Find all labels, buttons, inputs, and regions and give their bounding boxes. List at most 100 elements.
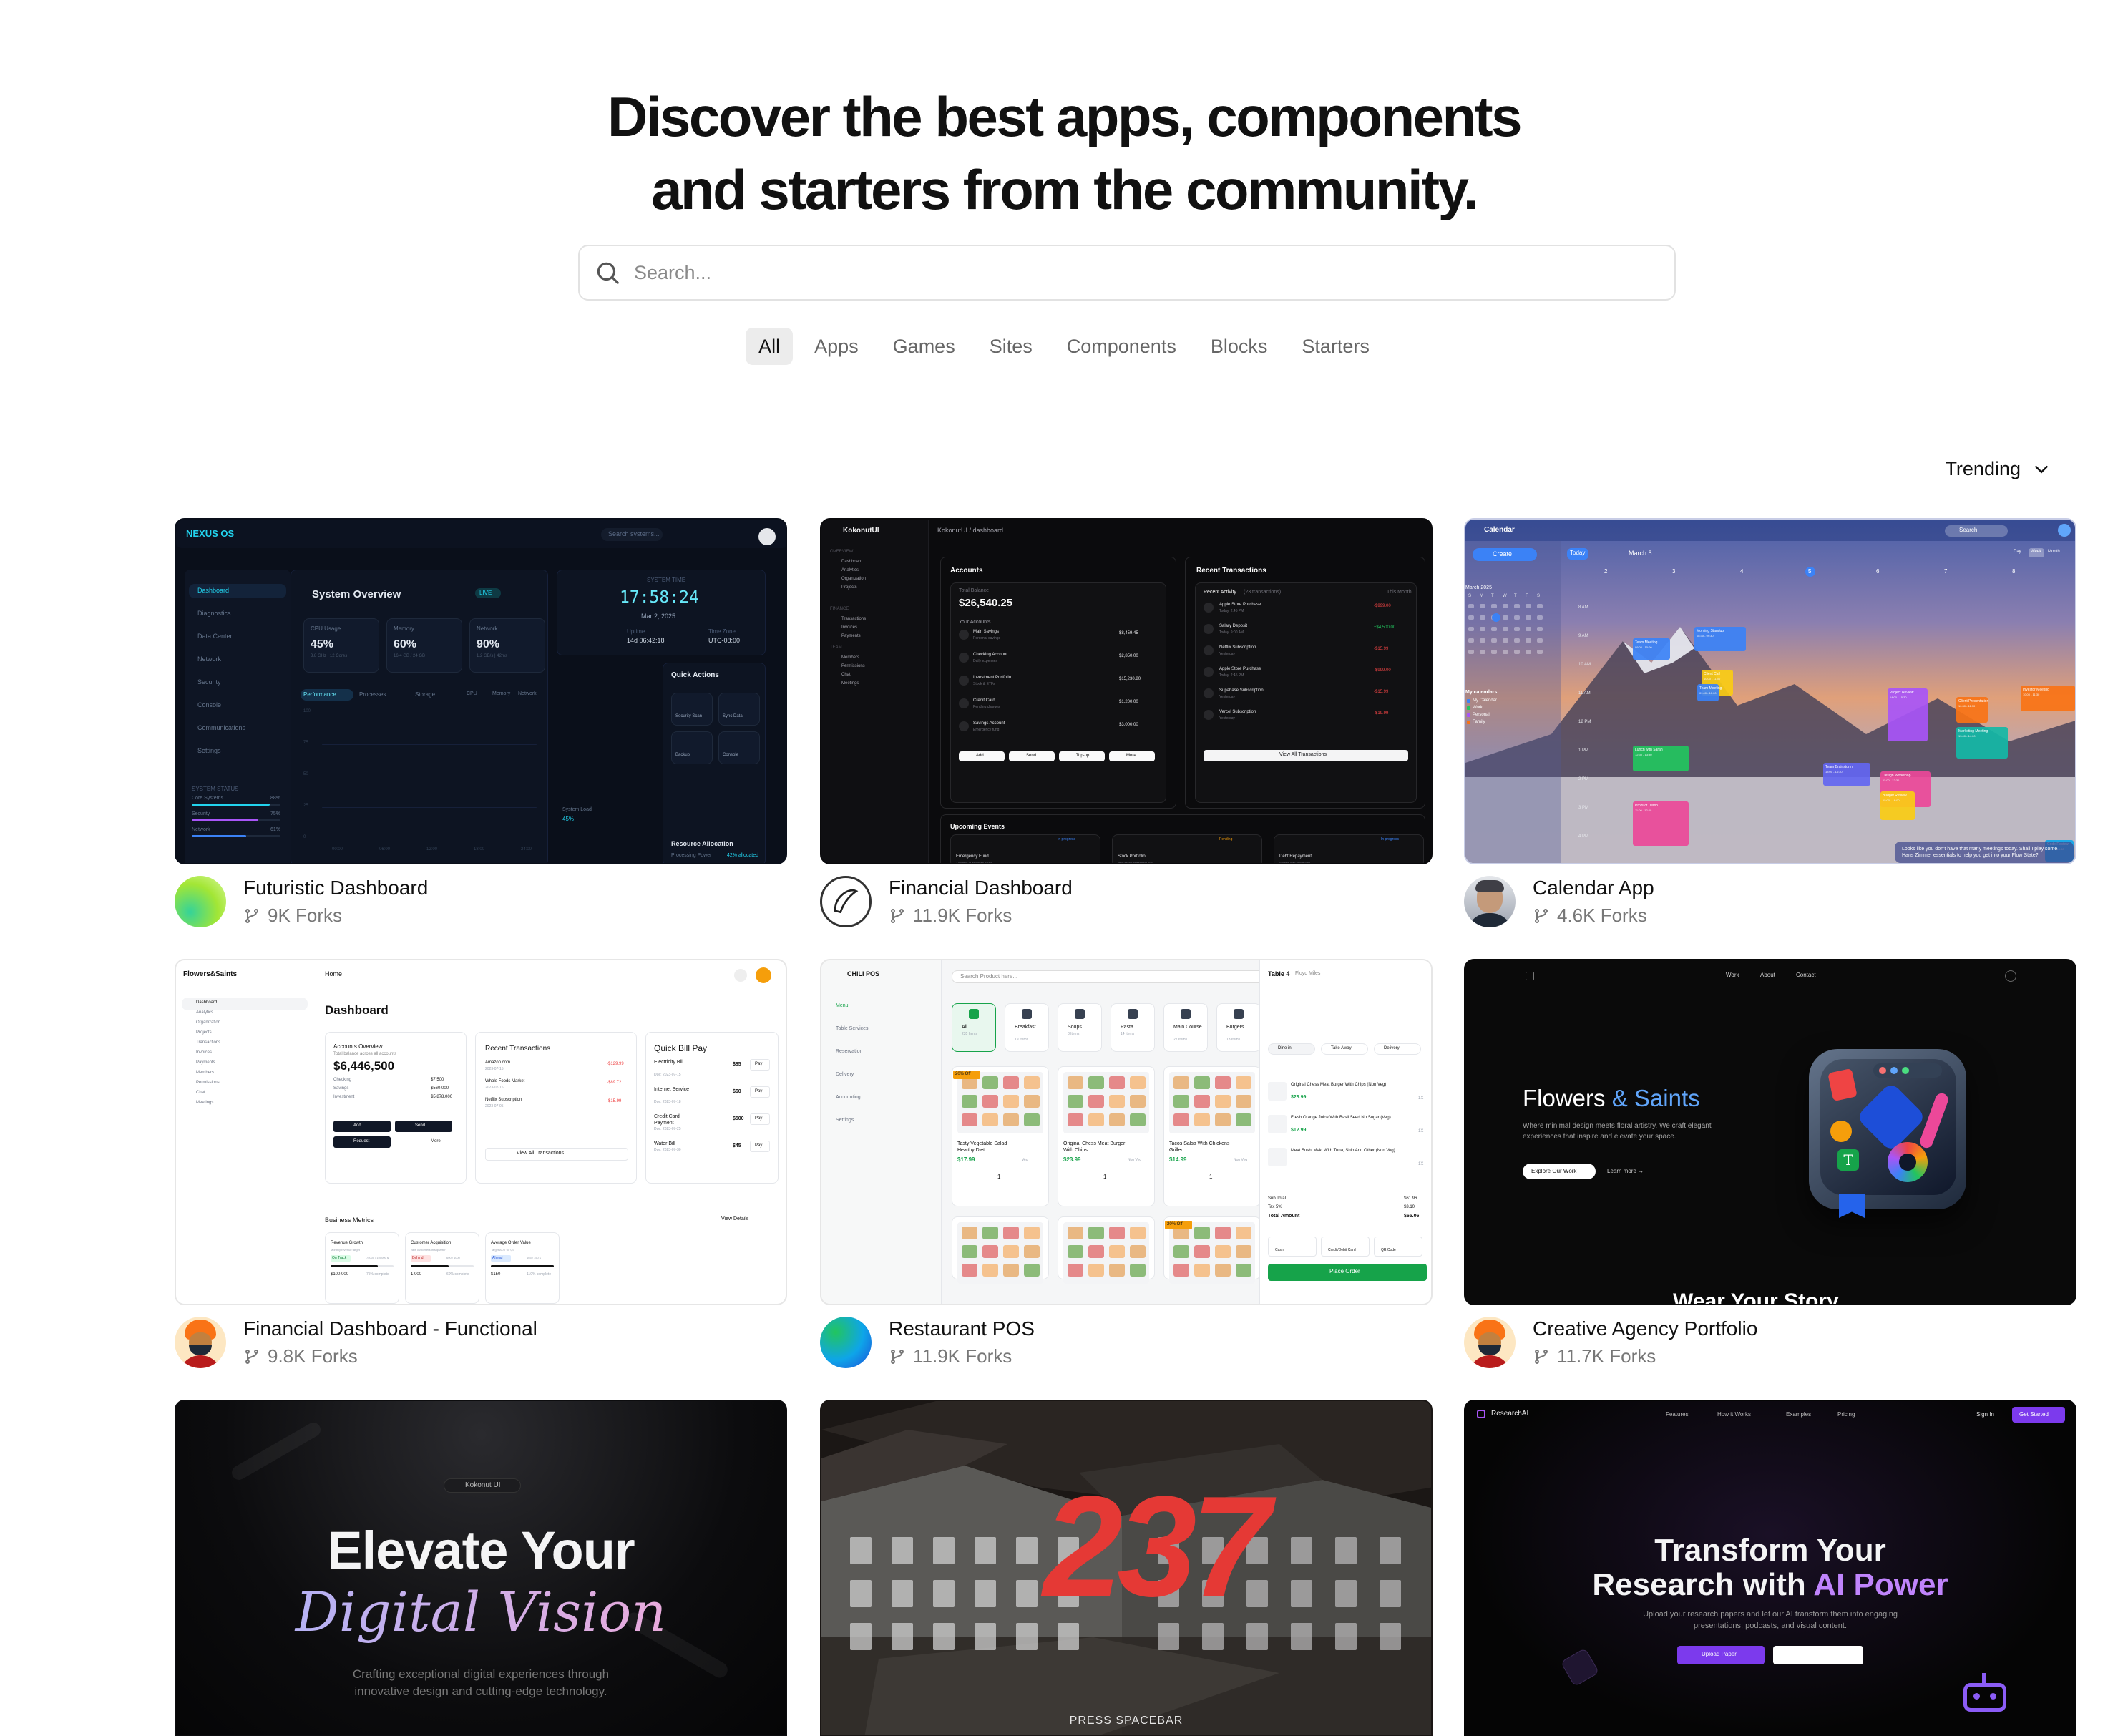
hero-title: Discover the best apps, components and s…	[0, 80, 2128, 226]
thumb-bm-title: Business Metrics	[325, 1216, 374, 1224]
tab-sites[interactable]: Sites	[977, 328, 1045, 365]
food-thumb	[1068, 1227, 1083, 1239]
thumb-text: $2,850.00	[1119, 654, 1138, 658]
thumb-text: Settings	[197, 747, 221, 754]
thumb-text: $1,200.00	[1119, 700, 1138, 704]
thumb-text: Average Order Value	[491, 1241, 531, 1245]
search-bar[interactable]	[578, 245, 1676, 301]
thumb-text: 235 Items	[962, 1032, 977, 1036]
card-title[interactable]: Creative Agency Portfolio	[1533, 1317, 1757, 1341]
thumb-signin[interactable]: Sign In	[1976, 1411, 1994, 1418]
mini-day	[1480, 650, 1485, 654]
thumb-text: Projects	[196, 1030, 212, 1035]
thumb-nav-contact[interactable]: Contact	[1796, 972, 1816, 978]
thumb-text: Due: 2023-07-15	[654, 1073, 681, 1077]
tab-starters[interactable]: Starters	[1289, 328, 1382, 365]
thumb-text: Organization	[841, 577, 867, 581]
project-card[interactable]: CHILI POS Menu Table Services Reservation D…	[820, 959, 1433, 1368]
card-title[interactable]: Calendar App	[1533, 876, 1654, 900]
card-title[interactable]: Financial Dashboard	[889, 876, 1073, 900]
thumb-total: $26,540.25	[959, 597, 1013, 609]
order-type	[1268, 1043, 1315, 1055]
mini-day	[1537, 638, 1543, 643]
search-input[interactable]	[634, 261, 1636, 284]
thumb-text: TEAM	[830, 645, 842, 650]
order-thumb	[1268, 1082, 1287, 1101]
thumb-time-label: SYSTEM TIME	[647, 577, 686, 583]
action-button	[718, 693, 760, 726]
food-thumb	[982, 1076, 998, 1089]
project-card[interactable]: Work About Contact Flowers & Saints Wher…	[1464, 959, 2076, 1368]
tab-games[interactable]: Games	[880, 328, 968, 365]
food-thumb	[1003, 1245, 1019, 1258]
mini-day	[1514, 627, 1520, 631]
card-title[interactable]: Restaurant POS	[889, 1317, 1035, 1341]
thumb-line-2: Research with AI Power	[1465, 1567, 2075, 1603]
thumb-text: Tasty Vegetable Salad Healthy Diet	[957, 1141, 1007, 1153]
thumb-rt-view[interactable]: View All Transactions	[517, 1151, 564, 1156]
thumb-nav-work[interactable]: Work	[1726, 972, 1739, 978]
card-thumbnail[interactable]: ResearchAI Features How it Works Examples P…	[1464, 1400, 2076, 1736]
hotel-window	[975, 1623, 996, 1650]
card-thumbnail[interactable]: Calendar Search Create March 2025 S M T W T F…	[1464, 518, 2076, 864]
project-card[interactable]: Calendar Search Create March 2025 S M T W T F…	[1464, 518, 2076, 927]
project-card[interactable]: KokonutUI KokonutUI / dashboard OVERVIEW…	[820, 518, 1433, 927]
thumb-today[interactable]: Today	[1570, 550, 1585, 556]
card-thumbnail[interactable]: NEXUS OS Search systems... Dashboard Diag…	[175, 518, 787, 864]
project-card[interactable]: 237 PRESS SPACEBAR	[820, 1400, 1433, 1736]
card-title[interactable]: Financial Dashboard - Functional	[243, 1317, 537, 1341]
thumb-bm-view[interactable]: View Details	[721, 1216, 748, 1221]
thumb-text: Design Workshop	[1883, 774, 1911, 778]
card-thumbnail[interactable]: 237 PRESS SPACEBAR	[820, 1400, 1433, 1736]
thumb-text: Accounting	[836, 1095, 861, 1100]
thumb-table: Table 4	[1268, 970, 1290, 977]
food-thumb	[1109, 1076, 1125, 1089]
thumb-nav-about[interactable]: About	[1760, 972, 1775, 978]
thumb-text: More	[1126, 754, 1136, 758]
thumb-create[interactable]: Create	[1493, 550, 1512, 557]
thumb-text: Yesterday	[1219, 652, 1236, 656]
thumb-text: Pending	[1219, 837, 1233, 842]
fork-icon	[891, 908, 904, 923]
thumb-sub: Upload your research papers and let our …	[1643, 1610, 1898, 1630]
progress-fill	[491, 1265, 554, 1267]
hotel-window	[933, 1580, 955, 1607]
thumb-text: Work	[1473, 706, 1483, 710]
tab-apps[interactable]: Apps	[801, 328, 872, 365]
food-thumb	[1130, 1264, 1146, 1277]
project-card[interactable]: NEXUS OS Search systems... Dashboard Diag…	[175, 518, 787, 927]
fork-count: 11.7K Forks	[1533, 1345, 1757, 1367]
thumb-cta[interactable]: Explore Our Work	[1531, 1168, 1576, 1174]
thumb-cta[interactable]: Get Started	[2019, 1411, 2049, 1418]
thumb-link[interactable]: Learn more →	[1607, 1168, 1644, 1174]
thumb-text: Client Call	[1704, 672, 1720, 676]
thumb-upload[interactable]: Upload Paper	[1702, 1651, 1737, 1657]
thumb-load-label: System Load	[562, 807, 592, 812]
card-thumbnail[interactable]: KokonutUI KokonutUI / dashboard OVERVIEW…	[820, 518, 1433, 864]
card-thumbnail[interactable]: Flowers&Saints Home Dashboard Analytics Or…	[175, 959, 787, 1305]
card-thumbnail[interactable]: CHILI POS Menu Table Services Reservation D…	[820, 959, 1433, 1305]
thumb-text: 60% complete	[446, 1272, 469, 1277]
tab-blocks[interactable]: Blocks	[1198, 328, 1281, 365]
mini-day	[1480, 638, 1485, 643]
card-thumbnail[interactable]: Kokonut UI Elevate Your Digital Vision C…	[175, 1400, 787, 1736]
thumb-text: 2023-07-15	[485, 1067, 504, 1071]
food-thumb	[1024, 1113, 1040, 1126]
tx-icon	[1204, 603, 1214, 613]
thumb-place-order[interactable]: Place Order	[1329, 1268, 1360, 1274]
card-thumbnail[interactable]: Work About Contact Flowers & Saints Wher…	[1464, 959, 2076, 1305]
project-card[interactable]: Kokonut UI Elevate Your Digital Vision C…	[175, 1400, 787, 1736]
tab-components[interactable]: Components	[1054, 328, 1189, 365]
tab-all[interactable]: All	[746, 328, 794, 365]
project-card[interactable]: ResearchAI Features How it Works Examples P…	[1464, 1400, 2076, 1736]
thumb-view-all[interactable]: View All Transactions	[1279, 752, 1327, 757]
thumb-text: Amazon.com	[485, 1060, 511, 1065]
thumb-search: Search systems...	[608, 530, 660, 537]
card-title[interactable]: Futuristic Dashboard	[243, 876, 428, 900]
project-card[interactable]: Flowers&Saints Home Dashboard Analytics Or…	[175, 959, 787, 1368]
thumb-text: Original Chess Meat Burger With Chips	[1063, 1141, 1126, 1153]
thumb-text: 08:30 - 09:30	[1697, 634, 1714, 638]
avatar	[820, 876, 872, 927]
sort-dropdown[interactable]: Trending	[1945, 458, 2052, 480]
thumb-text: 1	[997, 1174, 1001, 1180]
